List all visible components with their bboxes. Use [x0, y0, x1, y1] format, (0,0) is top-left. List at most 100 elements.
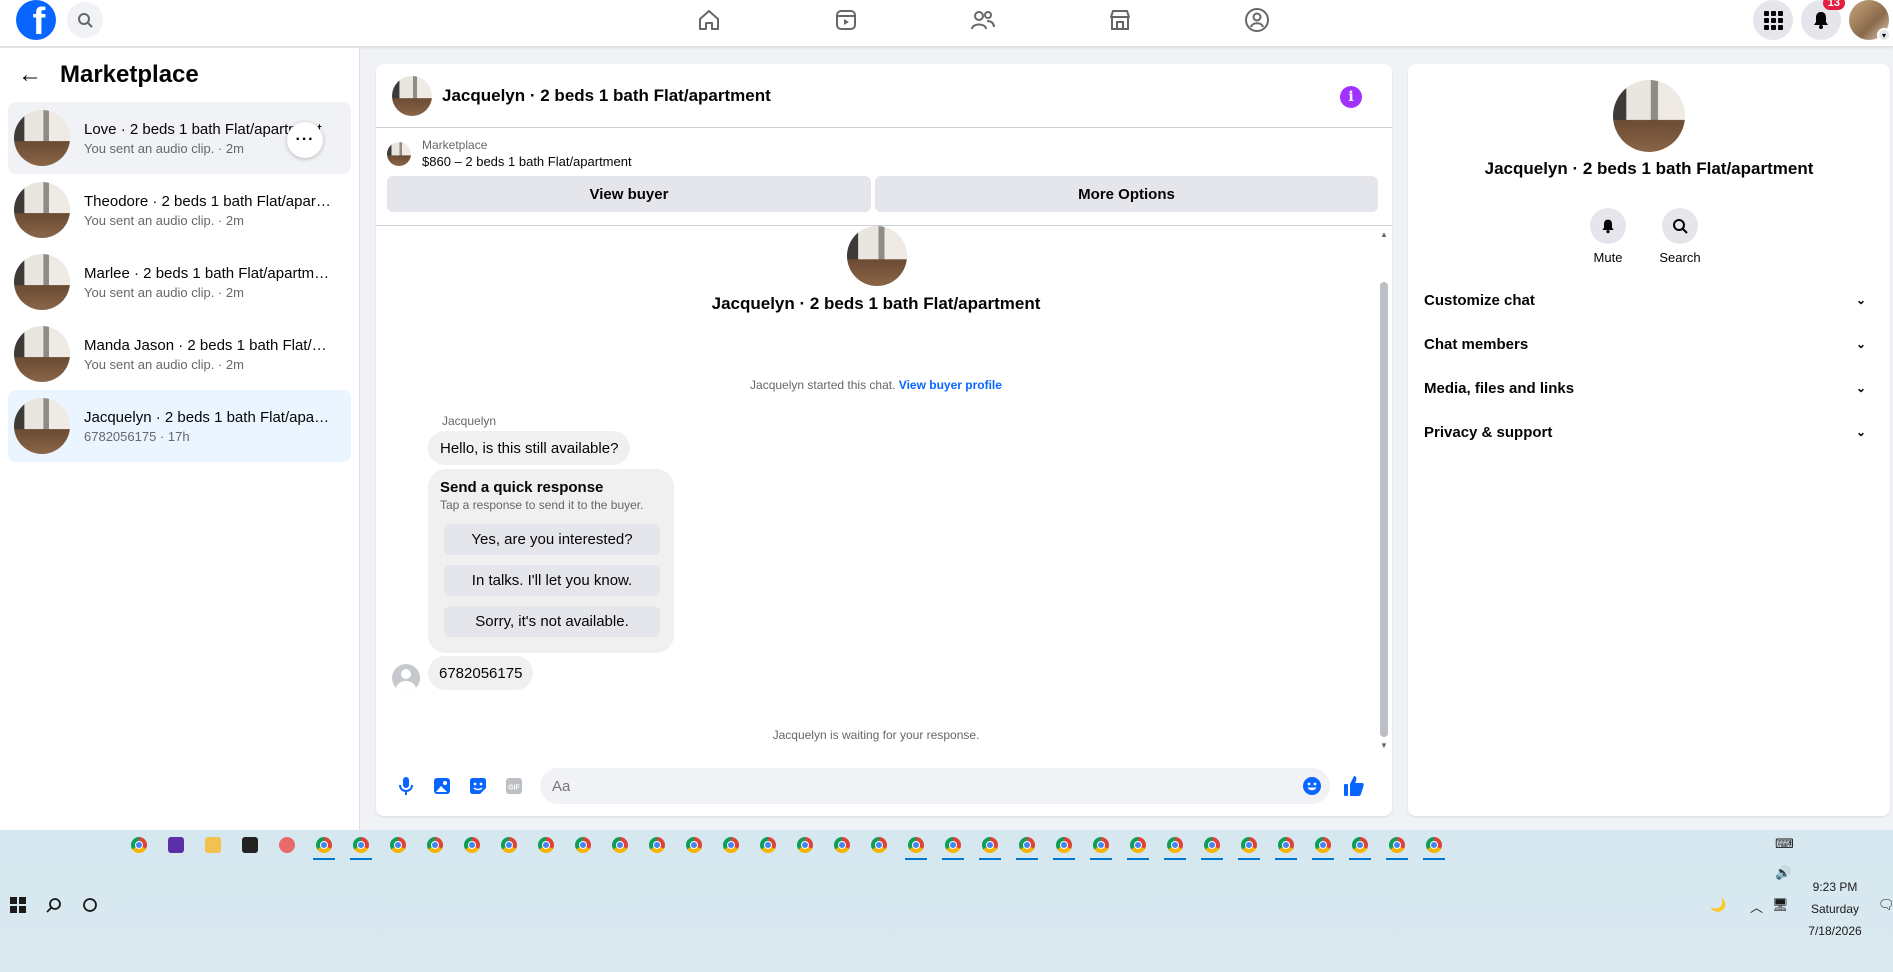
listing-price-title[interactable]: $860 – 2 beds 1 bath Flat/apartment	[422, 154, 632, 169]
taskbar-chrome-window[interactable]	[527, 833, 564, 857]
nav-marketplace[interactable]	[1051, 0, 1188, 40]
image-icon	[434, 778, 450, 794]
quick-response-option[interactable]: Yes, are you interested?	[444, 524, 660, 555]
taskbar-chrome-window[interactable]	[416, 833, 453, 857]
taskbar-chrome-window[interactable]	[1119, 833, 1156, 860]
taskbar-chrome-window[interactable]	[1230, 833, 1267, 860]
taskbar-chrome-window[interactable]	[120, 833, 157, 857]
scroll-up-arrow-icon[interactable]: ▲	[1380, 230, 1388, 239]
search-button[interactable]	[67, 2, 103, 38]
nav-home[interactable]	[640, 0, 777, 40]
taskbar-app[interactable]	[157, 833, 194, 857]
taskbar-chrome-window[interactable]	[971, 833, 1008, 860]
chevron-up-icon[interactable]: ︿	[1750, 897, 1763, 916]
taskbar-chrome-window[interactable]	[1378, 833, 1415, 860]
section-customize-chat[interactable]: Customize chat ⌄	[1416, 278, 1882, 322]
taskbar-chrome-window[interactable]	[1156, 833, 1193, 860]
notifications-button[interactable]: 13	[1801, 0, 1845, 40]
taskbar-chrome-window[interactable]	[564, 833, 601, 857]
emoji-icon	[1303, 777, 1321, 795]
listing-thumbnail[interactable]	[387, 141, 411, 166]
sticker-icon	[470, 778, 486, 794]
network-icon[interactable]: 🖥	[1772, 897, 1789, 913]
scrollbar-thumb[interactable]	[1380, 282, 1388, 737]
nav-video[interactable]	[777, 0, 914, 40]
taskbar-chrome-window[interactable]	[1193, 833, 1230, 860]
gif-button[interactable]: GIF	[496, 768, 532, 804]
back-arrow-icon[interactable]: ←	[18, 61, 42, 89]
scroll-down-arrow-icon[interactable]: ▼	[1380, 741, 1388, 750]
conversation-item-jacquelyn[interactable]: Jacquelyn · 2 beds 1 bath Flat/apartment…	[8, 390, 351, 462]
taskbar-chrome-window[interactable]	[934, 833, 971, 860]
search-icon	[78, 13, 93, 28]
task-view-button[interactable]	[82, 897, 98, 918]
taskbar-search-button[interactable]	[46, 897, 62, 918]
scrollbar[interactable]: ▲ ▼	[1380, 230, 1388, 750]
view-buyer-profile-link[interactable]: View buyer profile	[899, 378, 1002, 392]
quick-response-option[interactable]: In talks. I'll let you know.	[444, 565, 660, 596]
meet-now-icon[interactable]: ⌨	[1775, 836, 1794, 852]
taskbar-chrome-window[interactable]	[453, 833, 490, 857]
taskbar-chrome-window[interactable]	[305, 833, 342, 860]
taskbar-chrome-window[interactable]	[638, 833, 675, 857]
taskbar-chrome-window[interactable]	[1341, 833, 1378, 860]
sticker-button[interactable]	[460, 768, 496, 804]
mute-button[interactable]: Mute	[1590, 208, 1626, 265]
taskbar-app[interactable]	[231, 833, 268, 857]
section-media-files-links[interactable]: Media, files and links ⌄	[1416, 366, 1882, 410]
taskbar-clock[interactable]: 9:23 PM Saturday 7/18/2026	[1800, 876, 1870, 942]
emoji-button[interactable]	[1302, 776, 1322, 801]
message-thread[interactable]: ▲ ▼ Jacquelyn · 2 beds 1 bath Flat/apart…	[376, 226, 1392, 750]
taskbar-chrome-window[interactable]	[749, 833, 786, 857]
nav-friends[interactable]	[914, 0, 1051, 40]
menu-button[interactable]	[1753, 0, 1793, 40]
notification-center-icon[interactable]: 🗨	[1878, 897, 1893, 913]
message-input[interactable]	[540, 768, 1280, 804]
section-privacy-support[interactable]: Privacy & support ⌄	[1416, 410, 1882, 454]
chat-avatar[interactable]	[392, 75, 432, 116]
account-avatar[interactable]: ▾	[1849, 0, 1891, 42]
more-options-button[interactable]: More Options	[875, 176, 1378, 212]
taskbar-chrome-window[interactable]	[1267, 833, 1304, 860]
conversation-item-manda-jason[interactable]: Manda Jason · 2 beds 1 bath Flat/apartme…	[8, 318, 351, 390]
taskbar-chrome-window[interactable]	[490, 833, 527, 857]
taskbar-chrome-window[interactable]	[786, 833, 823, 857]
taskbar-app[interactable]	[268, 833, 305, 857]
taskbar-chrome-window[interactable]	[1415, 833, 1452, 860]
quick-response-option[interactable]: Sorry, it's not available.	[444, 606, 660, 637]
voice-clip-button[interactable]	[388, 768, 424, 804]
taskbar-chrome-window[interactable]	[860, 833, 897, 857]
taskbar-chrome-window[interactable]	[1304, 833, 1341, 860]
chat-title[interactable]: Jacquelyn · 2 beds 1 bath Flat/apartment	[442, 86, 771, 106]
taskbar-chrome-window[interactable]	[675, 833, 712, 857]
weather-icon[interactable]: 🌙	[1710, 897, 1726, 913]
taskbar-chrome-window[interactable]	[1045, 833, 1082, 860]
windows-start-button[interactable]	[10, 897, 26, 918]
section-chat-members[interactable]: Chat members ⌄	[1416, 322, 1882, 366]
conversation-item-marlee[interactable]: Marlee · 2 beds 1 bath Flat/apartment Yo…	[8, 246, 351, 318]
info-icon[interactable]: i	[1340, 86, 1362, 108]
search-in-conversation-button[interactable]: Search	[1659, 208, 1701, 265]
facebook-logo-letter: f	[32, 1, 46, 40]
quick-response-subtitle: Tap a response to send it to the buyer.	[440, 498, 644, 512]
taskbar-file-explorer[interactable]	[194, 833, 231, 857]
attach-photo-button[interactable]	[424, 768, 460, 804]
taskbar-chrome-window[interactable]	[1008, 833, 1045, 860]
volume-icon[interactable]: 🔊	[1775, 865, 1791, 881]
facebook-logo[interactable]: f	[16, 0, 56, 40]
taskbar-chrome-window[interactable]	[342, 833, 379, 860]
taskbar-chrome-window[interactable]	[897, 833, 934, 860]
details-avatar[interactable]	[1613, 80, 1685, 152]
nav-groups[interactable]	[1188, 0, 1325, 40]
taskbar-chrome-window[interactable]	[601, 833, 638, 857]
view-buyer-button[interactable]: View buyer	[387, 176, 871, 212]
taskbar-chrome-window[interactable]	[823, 833, 860, 857]
conversation-item-theodore[interactable]: Theodore · 2 beds 1 bath Flat/apartment …	[8, 174, 351, 246]
taskbar-chrome-window[interactable]	[379, 833, 416, 857]
conversation-item-love[interactable]: Love · 2 beds 1 bath Flat/apartment You …	[8, 102, 351, 174]
conversation-options-button[interactable]: ···	[287, 122, 323, 158]
like-button[interactable]	[1336, 768, 1372, 804]
taskbar-chrome-window[interactable]	[712, 833, 749, 857]
taskbar-chrome-window[interactable]	[1082, 833, 1119, 860]
chrome-icon	[1203, 837, 1220, 853]
